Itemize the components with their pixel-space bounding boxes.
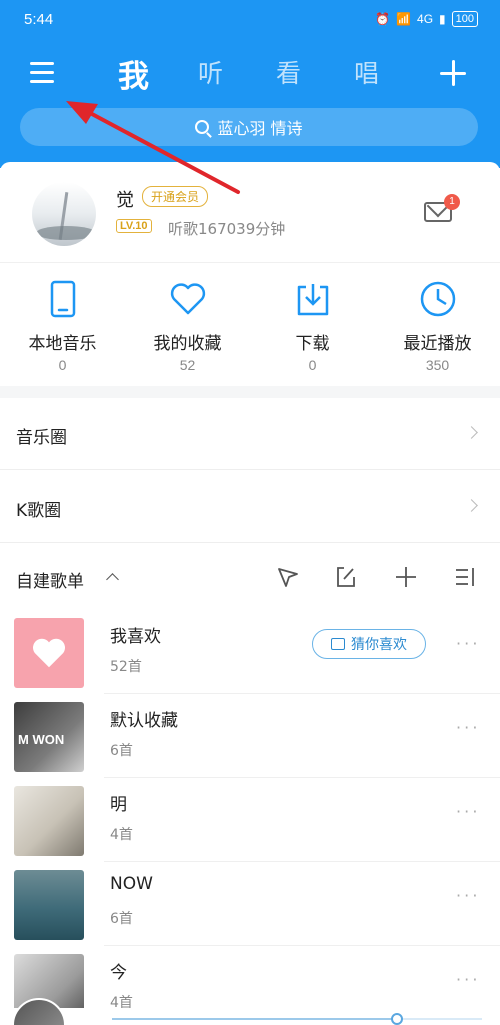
guess-label: 猜你喜欢 [351,637,407,653]
status-bar: 5:44 ⏰ 📶 4G ▮ 100 [0,0,500,40]
search-bar[interactable]: 蓝心羽 情诗 [20,108,478,146]
cover-text: M WON [18,732,65,747]
import-icon[interactable] [334,565,358,589]
radio-icon [331,638,345,650]
quick-label: 下载 [295,334,330,354]
phone-icon [50,280,76,318]
quick-label: 本地音乐 [28,334,97,354]
quick-favorites[interactable]: 我的收藏 52 [125,263,250,383]
level-badge: LV.10 [116,219,152,233]
playlist-name: 明 [110,795,127,815]
quick-count: 52 [179,357,196,373]
list-item[interactable]: NOW 6首 [0,862,500,946]
more-icon[interactable] [456,718,478,737]
row-label: 音乐圈 [16,428,67,448]
more-icon[interactable] [456,886,478,905]
quick-label: 我的收藏 [153,334,222,354]
guess-you-like-button[interactable]: 猜你喜欢 [312,629,426,659]
progress-knob[interactable] [390,1013,403,1025]
mail-badge: 1 [444,194,460,210]
list-item[interactable]: 明 4首 [0,778,500,862]
listen-time: 听歌167039分钟 [168,220,286,238]
playlist-cover [14,618,84,688]
network-label: 4G [417,12,434,26]
download-icon [297,284,329,316]
top-header: 5:44 ⏰ 📶 4G ▮ 100 我 听 看 唱 蓝心羽 情诗 [0,0,500,168]
more-icon[interactable] [456,970,478,989]
status-time: 5:44 [24,11,54,28]
avatar[interactable] [32,182,96,246]
chevron-up-icon[interactable] [106,573,119,586]
username[interactable]: 觉 [116,186,134,212]
top-tabs: 我 听 看 唱 [0,51,500,96]
heart-icon [33,638,65,668]
row-label: K歌圈 [16,501,62,521]
tab-listen[interactable]: 听 [198,54,223,90]
heart-icon [170,283,206,315]
chevron-right-icon [465,426,478,439]
chevron-right-icon [465,499,478,512]
wifi-icon: 📶 [396,12,412,26]
more-icon[interactable] [456,802,478,821]
share-icon[interactable] [276,565,300,589]
playlist-name: 我喜欢 [110,627,161,647]
add-icon[interactable] [440,60,466,86]
playlist-count: 52首 [110,659,142,675]
search-icon [195,120,210,134]
tab-sing[interactable]: 唱 [354,54,379,90]
playlist-cover [14,786,84,856]
search-placeholder: 蓝心羽 情诗 [217,119,303,138]
mini-player [0,1008,500,1025]
quick-download[interactable]: 下载 0 [250,263,375,383]
playlist-section-title[interactable]: 自建歌单 [16,567,84,592]
playlist-count: 6首 [110,743,133,759]
add-playlist-icon[interactable] [394,565,418,589]
playlist-name: 今 [110,963,127,983]
quick-count: 350 [425,357,450,373]
status-icons: ⏰ 📶 4G ▮ 100 [375,11,478,27]
manage-list-icon[interactable] [454,565,478,589]
music-circle-row[interactable]: 音乐圈 [0,398,500,470]
karaoke-circle-row[interactable]: K歌圈 [0,471,500,543]
quick-label: 最近播放 [403,334,472,354]
list-item[interactable]: 我喜欢 52首 猜你喜欢 [0,610,500,694]
list-item[interactable]: M WON 默认收藏 6首 [0,694,500,778]
playlist-count: 4首 [110,827,133,843]
quick-count: 0 [58,357,67,373]
playlist-cover [14,870,84,940]
playlist-cover: M WON [14,702,84,772]
quick-actions: 本地音乐 0 我的收藏 52 下载 0 最近播放 350 [0,262,500,386]
quick-count: 0 [308,357,317,373]
vip-badge[interactable]: 开通会员 [142,186,209,207]
battery-icon: 100 [451,11,478,27]
section-divider [0,386,500,398]
clock-icon [420,281,456,317]
playlist-name: 默认收藏 [110,711,178,731]
tab-me[interactable]: 我 [118,51,149,96]
more-icon[interactable] [456,634,478,653]
signal-icon: ▮ [439,12,446,26]
quick-local-music[interactable]: 本地音乐 0 [0,263,125,383]
playlist-name: NOW [110,874,153,894]
tab-watch[interactable]: 看 [276,54,301,90]
progress-fill [112,1018,397,1020]
playlist-header: 自建歌单 [0,545,500,609]
alarm-icon: ⏰ [375,12,391,26]
playlist-count: 6首 [110,911,133,927]
quick-recent[interactable]: 最近播放 350 [375,263,500,383]
